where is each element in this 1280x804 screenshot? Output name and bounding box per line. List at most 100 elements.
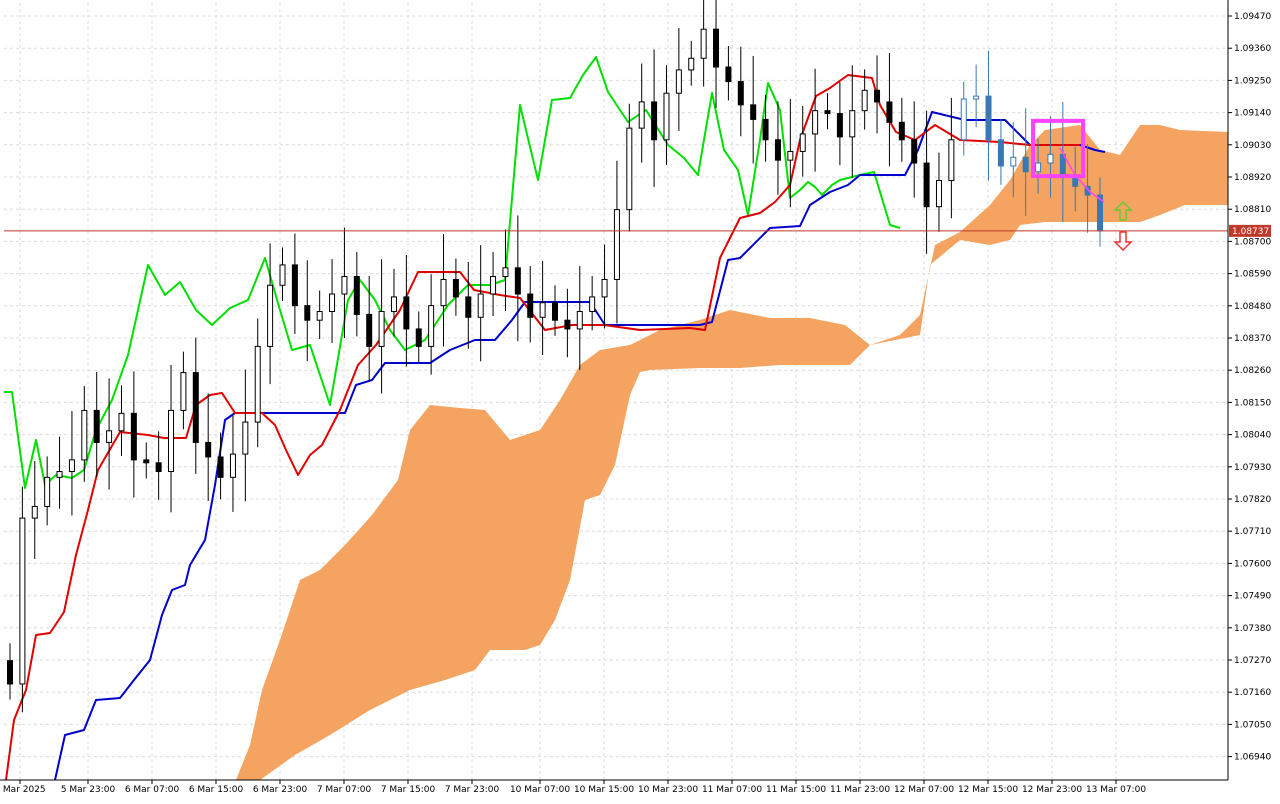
candle-body <box>762 118 769 141</box>
price-chart[interactable]: 1.09470 1.09360 1.09250 1.09140 1.09030 1.089… <box>0 0 1280 800</box>
time-tick-label: 11 Mar 23:00 <box>830 785 890 795</box>
candle-body <box>935 180 942 208</box>
candle-body <box>106 430 113 443</box>
time-tick-label: 10 Mar 07:00 <box>510 785 570 795</box>
candle-body <box>886 101 893 123</box>
price-tick-label: 1.08150 <box>1234 398 1271 408</box>
time-tick-label: 11 Mar 15:00 <box>766 785 826 795</box>
candle-body <box>56 471 63 478</box>
price-tick-label: 1.07930 <box>1234 463 1271 473</box>
candle-body <box>428 305 435 347</box>
price-tick-label: 1.07160 <box>1234 688 1271 698</box>
candle-body <box>700 28 707 59</box>
time-tick-label: 10 Mar 23:00 <box>638 785 698 795</box>
price-tick-label: 1.08040 <box>1234 431 1271 441</box>
candle-body <box>378 310 385 347</box>
time-tick-label: 11 Mar 07:00 <box>702 785 762 795</box>
candle-body <box>898 121 905 141</box>
candle-body <box>217 456 224 478</box>
time-tick-label: 7 Mar 07:00 <box>317 785 372 795</box>
candle-body <box>824 110 831 115</box>
candle-body <box>7 660 13 685</box>
candle-body <box>118 412 125 432</box>
candle-body <box>267 284 274 347</box>
candle-body <box>477 293 484 318</box>
price-tick-label: 1.08700 <box>1234 237 1271 247</box>
current-price-label: 1.08737 <box>1232 227 1269 237</box>
candle-body <box>539 302 546 318</box>
candle-body <box>155 462 162 473</box>
candle-body <box>514 267 521 295</box>
price-tick-label: 1.09140 <box>1234 109 1271 119</box>
time-tick-label: 5 Mar 23:00 <box>61 785 116 795</box>
candle-body <box>291 264 298 307</box>
time-tick-label: 13 Mar 07:00 <box>1086 785 1146 795</box>
time-tick-label: 7 Mar 23:00 <box>445 785 500 795</box>
price-tick-label: 1.08370 <box>1234 334 1271 344</box>
candle-body <box>836 113 843 138</box>
candle-body <box>787 150 794 161</box>
candle-body <box>985 95 992 141</box>
candle-body <box>613 209 620 280</box>
price-tick-label: 1.07820 <box>1234 495 1271 505</box>
candle-body <box>589 296 596 312</box>
candle-body <box>1035 162 1042 173</box>
candle-body <box>923 162 930 208</box>
price-tick-label: 1.09470 <box>1234 12 1271 22</box>
candle-body <box>1022 156 1029 173</box>
price-tick-label: 1.06940 <box>1234 753 1271 763</box>
time-tick-label: 12 Mar 23:00 <box>1022 785 1082 795</box>
price-tick-label: 1.07490 <box>1234 592 1271 602</box>
candle-body <box>1010 156 1017 167</box>
candle-body <box>143 459 150 464</box>
candle-body <box>304 305 311 321</box>
time-tick-label: 12 Mar 15:00 <box>958 785 1018 795</box>
candle-body <box>737 81 744 106</box>
candle-body <box>973 95 980 100</box>
time-tick-label: 6 Mar 07:00 <box>125 785 180 795</box>
candle-body <box>490 276 497 295</box>
candle-body <box>31 505 38 519</box>
candle-body <box>638 101 645 129</box>
candle-body <box>465 296 472 318</box>
candle-body <box>366 313 373 347</box>
candle-body <box>1047 153 1054 164</box>
candle-body <box>68 459 75 473</box>
price-tick-label: 1.07710 <box>1234 527 1271 537</box>
candle-body <box>997 139 1004 167</box>
candle-body <box>205 441 212 458</box>
candle-body <box>527 293 534 318</box>
candle-body <box>861 89 868 112</box>
price-tick-label: 1.07270 <box>1234 656 1271 666</box>
candle-body <box>316 310 323 321</box>
price-tick-label: 1.08260 <box>1234 366 1271 376</box>
candle-body <box>626 127 633 211</box>
time-tick-label: 7 Mar 15:00 <box>381 785 436 795</box>
candle-body <box>192 372 199 443</box>
candle-body <box>774 139 781 161</box>
price-tick-label: 1.08480 <box>1234 302 1271 312</box>
candle-body <box>403 296 410 330</box>
candle-body <box>440 278 447 307</box>
time-tick-label: 6 Mar 15:00 <box>189 785 244 795</box>
candle-body <box>279 264 286 286</box>
price-tick-label: 1.07050 <box>1234 720 1271 730</box>
price-tick-label: 1.08920 <box>1234 173 1271 183</box>
candle-body <box>948 139 955 182</box>
chart-canvas[interactable]: 1.09470 1.09360 1.09250 1.09140 1.09030 1.089… <box>0 0 1280 800</box>
candle-body <box>911 139 918 164</box>
candle-body <box>601 278 608 298</box>
candle-body <box>960 98 967 141</box>
candle-body <box>725 66 732 83</box>
candle-body <box>390 296 397 312</box>
candle-body <box>81 409 88 461</box>
price-tick-label: 1.09030 <box>1234 141 1271 151</box>
price-tick-label: 1.09250 <box>1234 76 1271 86</box>
candle-body <box>750 104 757 120</box>
time-tick-label: 5 Mar 2025 <box>0 785 46 795</box>
price-tick-label: 1.07600 <box>1234 559 1271 569</box>
candle-body <box>19 517 26 685</box>
candle-body <box>415 328 422 347</box>
candle-body <box>254 345 261 423</box>
time-tick-label: 10 Mar 15:00 <box>574 785 634 795</box>
